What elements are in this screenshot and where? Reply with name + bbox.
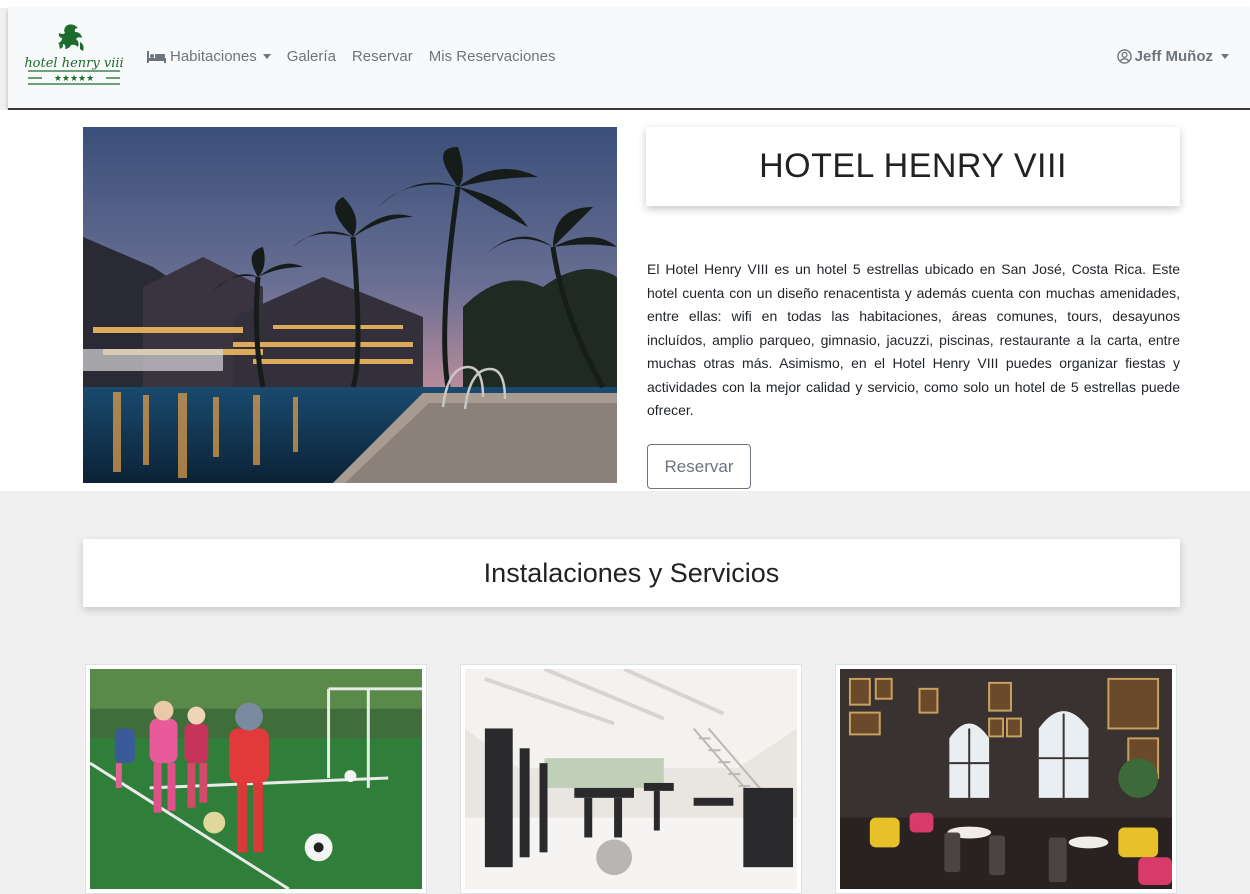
nav-galeria[interactable]: Galería bbox=[287, 48, 336, 65]
svg-text:★★★★★: ★★★★★ bbox=[54, 73, 94, 83]
nav-mis-reservaciones[interactable]: Mis Reservaciones bbox=[429, 48, 556, 65]
bed-icon bbox=[147, 50, 166, 63]
nav-habitaciones[interactable]: Habitaciones bbox=[147, 48, 271, 65]
user-circle-icon bbox=[1116, 49, 1132, 64]
hotel-description: El Hotel Henry VIII es un hotel 5 estrel… bbox=[647, 261, 1180, 418]
service-image-gym[interactable] bbox=[460, 664, 802, 894]
hotel-pool-image bbox=[83, 127, 617, 483]
services-title: Instalaciones y Servicios bbox=[483, 557, 780, 588]
hotel-logo[interactable]: hotel henry viii ★★★★★ bbox=[22, 22, 126, 94]
chevron-down-icon bbox=[262, 54, 271, 59]
user-menu[interactable]: Jeff Muñoz bbox=[1116, 48, 1229, 65]
top-strip bbox=[0, 0, 1250, 8]
page-title: HOTEL HENRY VIII bbox=[759, 147, 1067, 185]
nav-links: Habitaciones Galería Reservar Mis Reserv… bbox=[147, 48, 572, 65]
nav-habitaciones-label: Habitaciones bbox=[170, 48, 257, 65]
navbar: hotel henry viii ★★★★★ Habitaciones Gale… bbox=[8, 8, 1250, 110]
chevron-down-icon bbox=[1221, 54, 1229, 59]
service-image-kids-soccer[interactable] bbox=[85, 664, 427, 894]
nav-reservar[interactable]: Reservar bbox=[352, 48, 413, 65]
services-title-card: Instalaciones y Servicios bbox=[83, 539, 1180, 607]
service-image-restaurant[interactable] bbox=[835, 664, 1177, 894]
user-name: Jeff Muñoz bbox=[1134, 48, 1213, 65]
reserve-button[interactable]: Reservar bbox=[647, 444, 751, 489]
hotel-title-card: HOTEL HENRY VIII bbox=[646, 127, 1180, 206]
logo-text: hotel henry viii bbox=[24, 56, 123, 71]
